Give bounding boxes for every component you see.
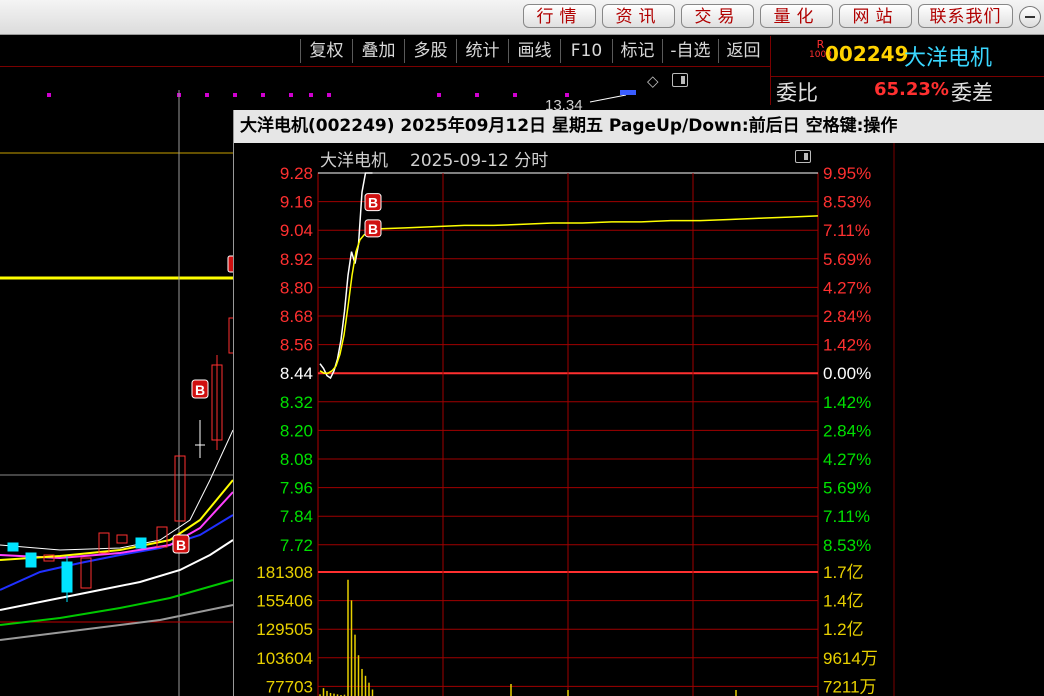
price-tick-label: 7.96 bbox=[280, 479, 313, 498]
toolbar-draw-line[interactable]: 画线 bbox=[508, 39, 560, 63]
toolbar-multi-stock[interactable]: 多股 bbox=[404, 39, 456, 63]
percent-tick-label: 8.53% bbox=[823, 536, 871, 555]
percent-tick-label: 7.11% bbox=[823, 221, 870, 240]
price-tick-label: 8.44 bbox=[280, 364, 313, 383]
weibi-label: 委比 bbox=[776, 81, 818, 105]
weibi-value: 65.23% bbox=[874, 79, 949, 100]
order-ratio-row: 委比 65.23% 委差 bbox=[770, 76, 1044, 105]
price-tick-label: 8.92 bbox=[280, 250, 313, 269]
menu-contact-button[interactable]: 联系我们 bbox=[918, 4, 1013, 28]
price-tick-label: 8.56 bbox=[280, 336, 313, 355]
toolbar-f10[interactable]: F10 bbox=[560, 39, 612, 63]
volume-tick-label: 181308 bbox=[256, 563, 313, 582]
popup-title: 大洋电机(002249) 2025年09月12日 星期五 PageUp/Down… bbox=[234, 110, 1044, 143]
price-tick-label: 8.68 bbox=[280, 307, 313, 326]
price-tick-label: 7.84 bbox=[280, 507, 313, 526]
price-tick-label: 9.16 bbox=[280, 193, 313, 212]
menu-market-button[interactable]: 行情 bbox=[523, 4, 596, 28]
toolbar-overlay[interactable]: 叠加 bbox=[352, 39, 404, 63]
volume-tick-label: 103604 bbox=[256, 649, 313, 668]
menu-website-button[interactable]: 网站 bbox=[839, 4, 912, 28]
price-tick-label: 8.80 bbox=[280, 278, 313, 297]
volume-tick-label: 155406 bbox=[256, 592, 313, 611]
panel-toggle-icon[interactable] bbox=[672, 73, 688, 87]
price-tick-label: 8.08 bbox=[280, 450, 313, 469]
buy-marker-icon: B bbox=[191, 379, 209, 399]
percent-tick-label: 2.84% bbox=[823, 421, 871, 440]
price-tick-label: 8.20 bbox=[280, 421, 313, 440]
percent-tick-label: 5.69% bbox=[823, 479, 871, 498]
menu-quant-button[interactable]: 量化 bbox=[760, 4, 833, 28]
amount-tick-label: 7211万 bbox=[823, 677, 877, 696]
menu-trade-button[interactable]: 交易 bbox=[681, 4, 754, 28]
percent-tick-label: 1.42% bbox=[823, 393, 871, 412]
toolbar-back[interactable]: 返回 bbox=[718, 39, 768, 63]
toolbar-add-watchlist[interactable]: -自选 bbox=[662, 39, 718, 63]
stock-name: 大洋电机 bbox=[904, 46, 993, 71]
amount-tick-label: 1.2亿 bbox=[823, 620, 864, 639]
amount-tick-label: 9614万 bbox=[823, 649, 878, 668]
buy-marker-label: B bbox=[368, 221, 378, 237]
percent-tick-label: 1.42% bbox=[823, 336, 871, 355]
svg-text:B: B bbox=[176, 537, 186, 553]
volume-tick-label: 77703 bbox=[266, 677, 313, 696]
price-tick-label: 7.72 bbox=[280, 536, 313, 555]
top-menu-bar: 行情 资讯 交易 量化 网站 联系我们 bbox=[0, 0, 1044, 35]
percent-tick-label: 4.27% bbox=[823, 450, 871, 469]
percent-tick-label: 5.69% bbox=[823, 250, 871, 269]
percent-tick-label: 4.27% bbox=[823, 278, 871, 297]
amount-tick-label: 1.4亿 bbox=[823, 592, 864, 611]
amount-tick-label: 1.7亿 bbox=[823, 563, 864, 582]
svg-text:B: B bbox=[195, 382, 205, 398]
average-price-line bbox=[319, 215, 819, 374]
intraday-chart: 9.28 9.16 9.04 8.92 8.80 8.68 8.56 8.44 8.32 8.20… bbox=[256, 143, 895, 696]
toolbar-statistics[interactable]: 统计 bbox=[456, 39, 508, 63]
toolbar-restore-rights[interactable]: 复权 bbox=[300, 39, 352, 63]
price-tick-label: 9.28 bbox=[280, 164, 313, 183]
menu-news-button[interactable]: 资讯 bbox=[602, 4, 675, 28]
buy-marker-icon: B bbox=[172, 534, 190, 554]
toolbar-mark[interactable]: 标记 bbox=[612, 39, 662, 63]
stock-header: R 1000 002249 大洋电机 bbox=[770, 36, 1044, 76]
weicha-label: 委差 bbox=[951, 81, 993, 105]
percent-tick-label: 8.53% bbox=[823, 193, 871, 212]
diamond-icon[interactable]: ◇ bbox=[647, 72, 659, 90]
stock-code: 002249 bbox=[825, 42, 909, 66]
percent-tick-label: 7.11% bbox=[823, 507, 870, 526]
chart-toolbar: 复权 叠加 多股 统计 画线 F10 标记 -自选 返回 bbox=[0, 36, 770, 67]
intraday-popup[interactable]: 大洋电机(002249) 2025年09月12日 星期五 PageUp/Down… bbox=[233, 110, 1044, 696]
minimize-icon[interactable] bbox=[1019, 6, 1041, 28]
percent-tick-label: 2.84% bbox=[823, 307, 871, 326]
percent-tick-label: 0.00% bbox=[823, 364, 871, 383]
price-tick-label: 9.04 bbox=[280, 221, 313, 240]
volume-tick-label: 129505 bbox=[256, 620, 313, 639]
percent-tick-label: 9.95% bbox=[823, 164, 871, 183]
price-tick-label: 8.32 bbox=[280, 393, 313, 412]
buy-marker-label: B bbox=[368, 195, 378, 211]
